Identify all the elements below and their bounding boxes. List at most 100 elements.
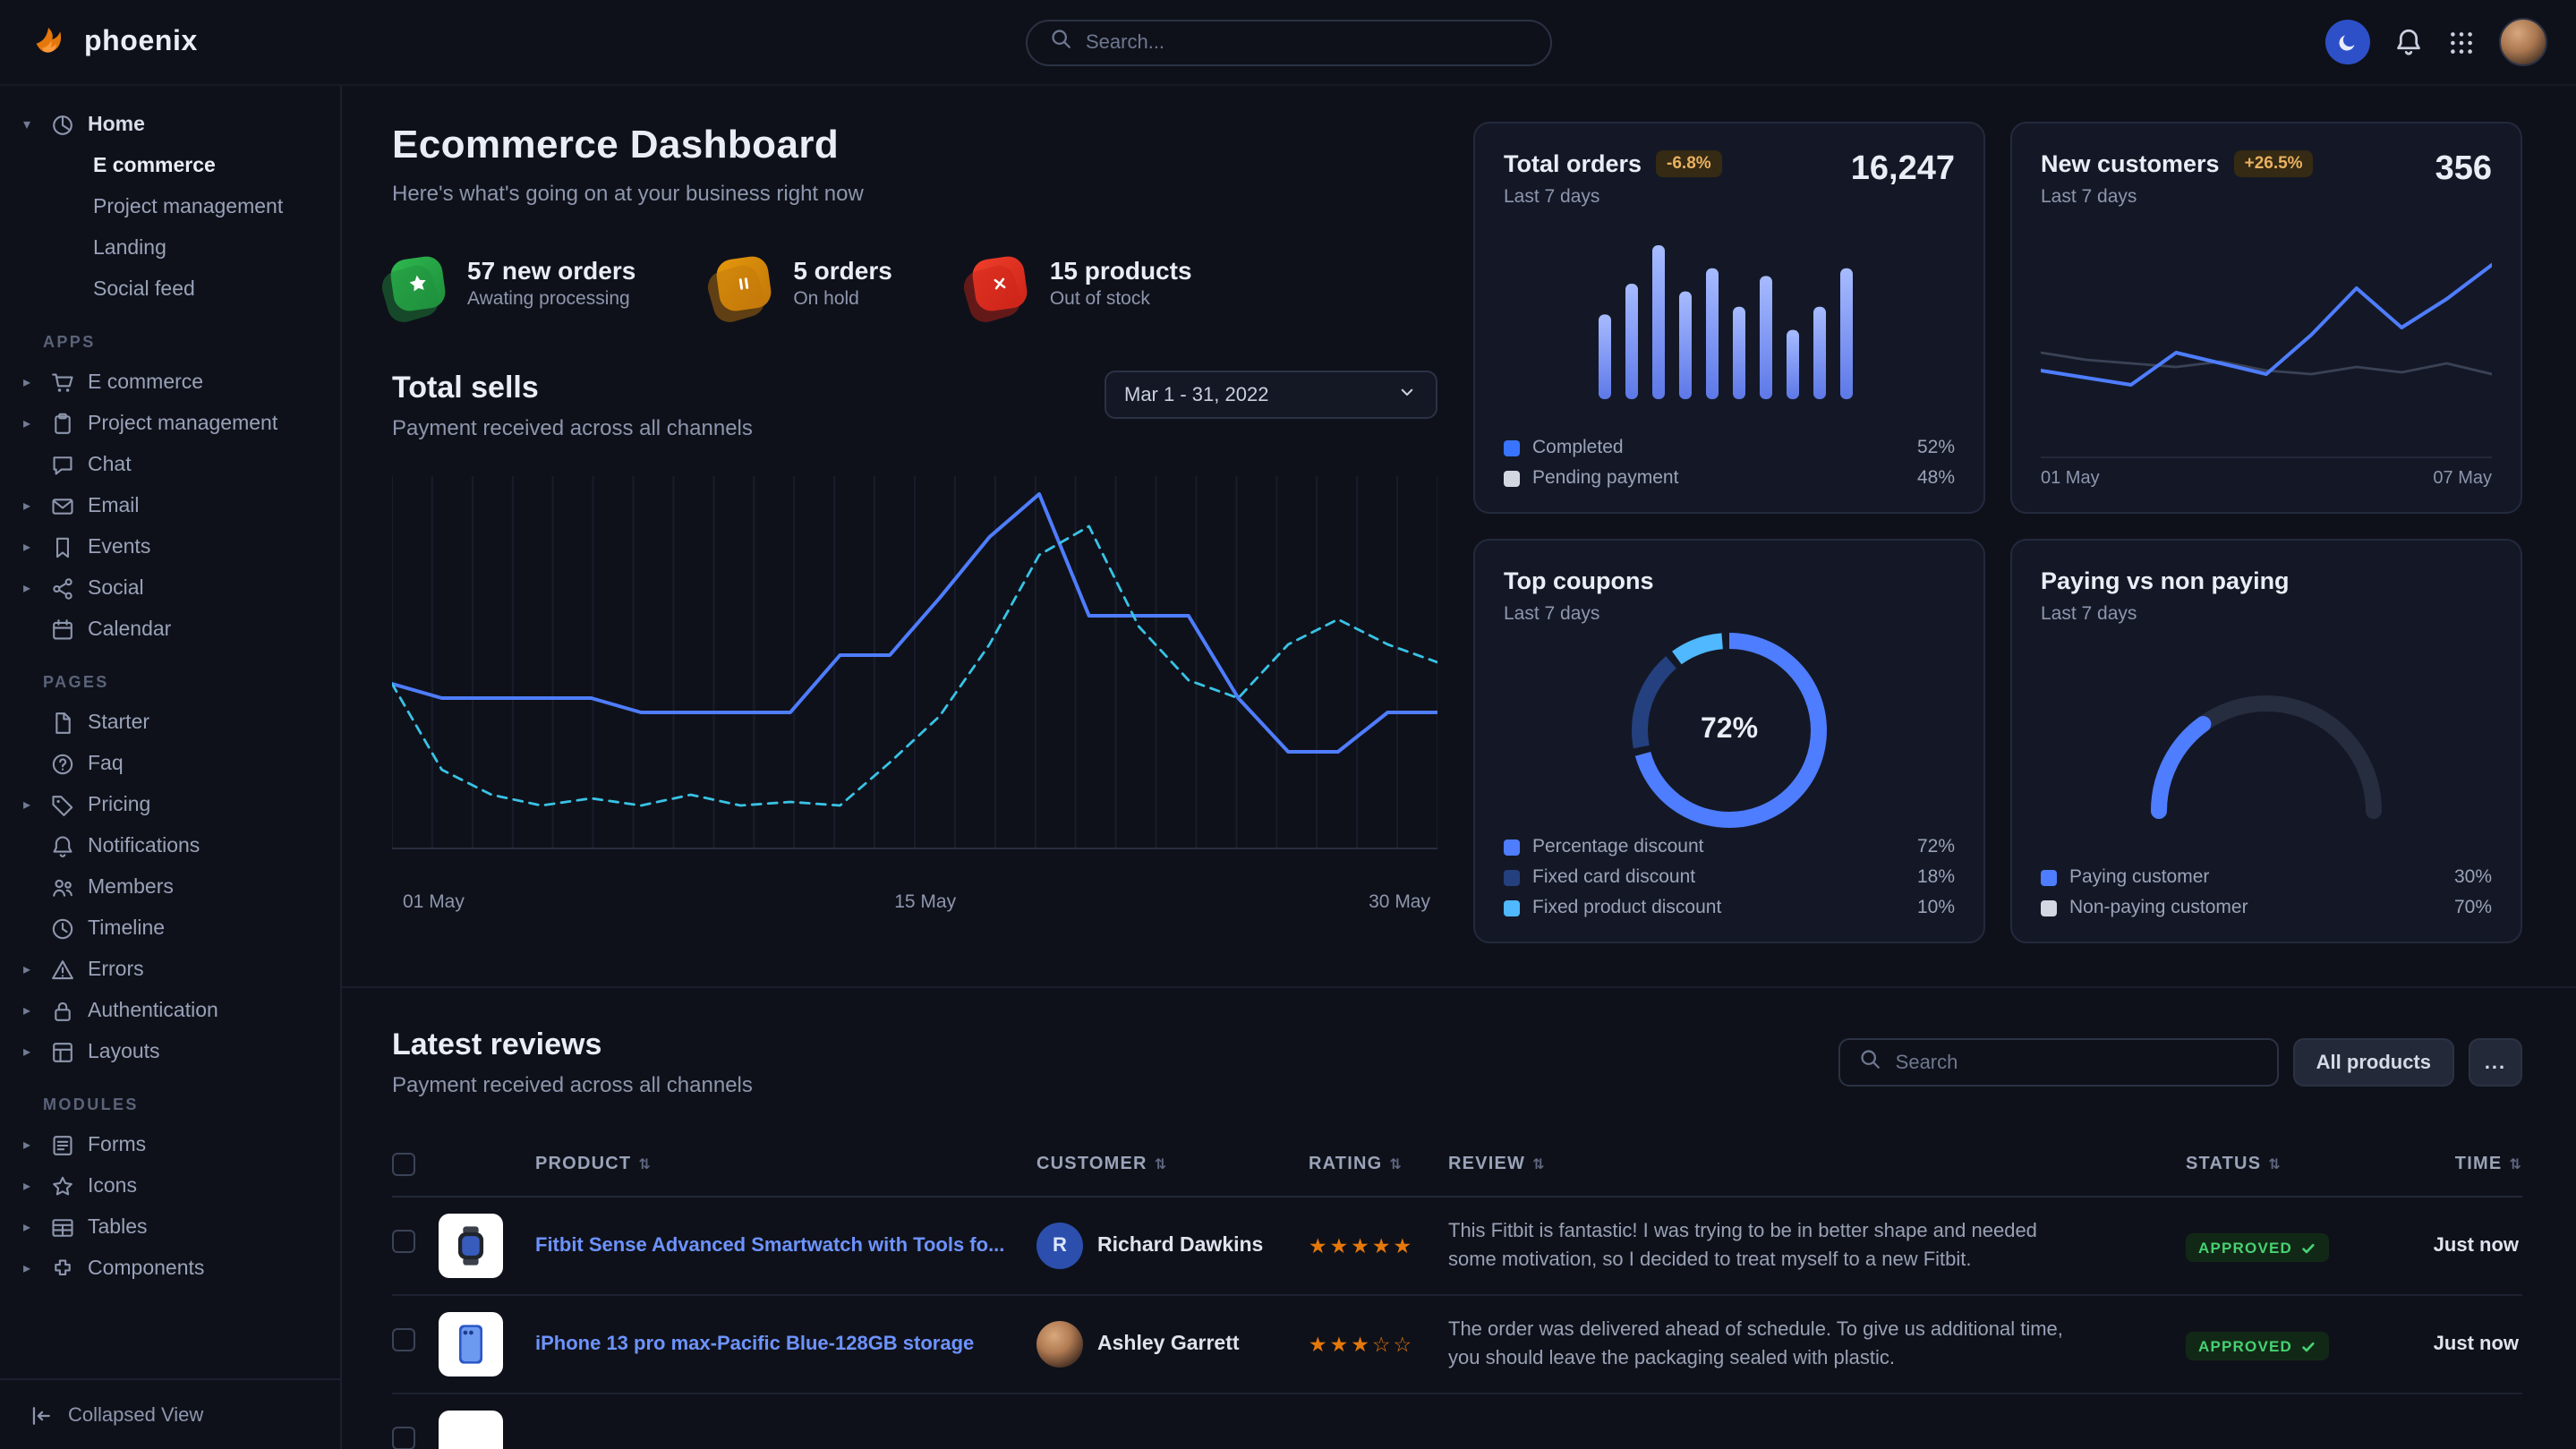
more-options-button[interactable]: ... [2469,1038,2522,1087]
row-checkbox[interactable] [392,1427,415,1449]
sidebar-item-social[interactable]: ▸ Social [0,567,340,609]
column-header-review[interactable]: REVIEW⇅ [1448,1155,2186,1174]
bookmark-icon [50,534,75,559]
sidebar-item-pricing[interactable]: ▸ Pricing [0,784,340,825]
chat-icon [50,452,75,477]
sidebar-item-project-management[interactable]: Project management [0,186,340,227]
share-icon [50,575,75,601]
sidebar-item-faq[interactable]: ▸ Faq [0,743,340,784]
caret-right-icon: ▸ [23,1044,38,1060]
sidebar-item-timeline[interactable]: ▸ Timeline [0,908,340,949]
app-window: phoenix ▾ Home E commerce Project manage… [0,0,2576,1449]
theme-toggle-button[interactable] [2325,20,2370,64]
legend-item: Completed52% [1504,437,1955,458]
sidebar-item-chat[interactable]: ▸ Chat [0,444,340,485]
chart-legend: Completed52% Pending payment48% [1504,437,1955,489]
x-axis-labels: 01 May 07 May [2041,456,2492,489]
legend-item: Percentage discount72% [1504,836,1955,857]
customer-avatar[interactable]: R [1036,1223,1083,1269]
card-total-orders: Total orders -6.8% Last 7 days 16,247 [1473,122,1985,514]
sidebar-item-project-management[interactable]: ▸ Project management [0,403,340,444]
sidebar-item-events[interactable]: ▸ Events [0,526,340,567]
reviews-search[interactable] [1838,1038,2279,1087]
legend-swatch [1504,470,1520,486]
sidebar-item-members[interactable]: ▸ Members [0,866,340,908]
row-checkbox[interactable] [392,1230,415,1253]
all-products-button[interactable]: All products [2293,1038,2454,1087]
page-subtitle: Here's what's going on at your business … [392,181,1437,206]
x-label: 01 May [2041,469,2100,489]
x-label: 30 May [1369,891,1430,913]
customer-name: Ashley Garrett [1097,1334,1240,1355]
sidebar-item-layouts[interactable]: ▸ Layouts [0,1031,340,1072]
product-thumbnail[interactable] [439,1312,503,1377]
sidebar-item-notifications[interactable]: ▸ Notifications [0,825,340,866]
card-paying-vs-non-paying: Paying vs non paying Last 7 days Paying … [2010,539,2522,943]
collapse-view-label: Collapsed View [68,1404,203,1426]
global-search-input[interactable] [1086,31,1528,53]
stat-value: 15 products [1050,256,1192,285]
legend-item: Paying customer30% [2041,866,2492,888]
product-thumbnail[interactable] [439,1214,503,1278]
global-search[interactable] [1025,19,1551,65]
card-title: Total orders [1504,150,1642,177]
column-header-rating[interactable]: RATING⇅ [1309,1155,1448,1174]
product-link[interactable]: iPhone 13 pro max-Pacific Blue-128GB sto… [535,1332,1036,1358]
stats-row: 57 new orders Awating processing 5 order… [392,256,1437,310]
brand-name: phoenix [84,26,198,58]
new-customers-value: 356 [2435,150,2492,190]
sidebar-item-authentication[interactable]: ▸ Authentication [0,990,340,1031]
sidebar-item-starter[interactable]: ▸ Starter [0,702,340,743]
trend-badge: -6.8% [1656,150,1722,177]
review-text: The order was delivered ahead of schedul… [1448,1315,2186,1374]
sidebar-item-errors[interactable]: ▸ Errors [0,949,340,990]
sidebar-item-e-commerce[interactable]: ▸ E commerce [0,362,340,403]
rating-stars: ★★★☆☆ [1309,1332,1448,1357]
sidebar-item-landing[interactable]: Landing [0,227,340,268]
stat-value: 5 orders [793,256,892,285]
sidebar-item-email[interactable]: ▸ Email [0,485,340,526]
sidebar-item-e-commerce[interactable]: E commerce [0,145,340,186]
stat-value: 57 new orders [467,256,635,285]
apps-grid-icon[interactable] [2447,28,2476,56]
reviews-search-input[interactable] [1896,1052,2259,1073]
select-all-checkbox[interactable] [392,1153,415,1176]
notifications-bell-icon[interactable] [2393,27,2424,57]
column-header-time[interactable]: TIME⇅ [2372,1155,2522,1174]
table-header-row: PRODUCT⇅ CUSTOMER⇅ RATING⇅ REVIEW⇅ STATU… [392,1133,2522,1198]
card-top-coupons: Top coupons Last 7 days 72% Percentage d… [1473,539,1985,943]
card-subtitle: Last 7 days [2041,186,2314,208]
card-new-customers: New customers +26.5% Last 7 days 356 01 [2010,122,2522,514]
row-checkbox[interactable] [392,1328,415,1351]
column-header-customer[interactable]: CUSTOMER⇅ [1036,1155,1309,1174]
sidebar-item-home[interactable]: ▾ Home [0,104,340,145]
product-thumbnail[interactable] [439,1411,503,1449]
pause-icon [715,253,774,312]
sort-icon: ⇅ [2268,1156,2282,1172]
donut-center-value: 72% [1701,714,1758,746]
pie-icon [50,112,75,137]
brand[interactable]: phoenix [29,17,198,67]
product-link[interactable]: Fitbit Sense Advanced Smartwatch with To… [535,1233,1036,1259]
sidebar-item-forms[interactable]: ▸ Forms [0,1124,340,1165]
stat-label: Out of stock [1050,288,1192,310]
column-header-status[interactable]: STATUS⇅ [2186,1155,2372,1174]
tag-icon [50,792,75,817]
customer-avatar[interactable] [1036,1321,1083,1368]
chart-legend: Percentage discount72% Fixed card discou… [1504,836,1955,918]
date-range-select[interactable]: Mar 1 - 31, 2022 [1105,371,1437,419]
sidebar-item-icons[interactable]: ▸ Icons [0,1165,340,1206]
user-avatar[interactable] [2499,18,2547,66]
collapse-view-button[interactable]: Collapsed View [0,1378,340,1449]
caret-right-icon: ▸ [23,580,38,596]
sidebar-item-social-feed[interactable]: Social feed [0,268,340,310]
star-fill-icon [388,253,448,312]
sidebar-item-components[interactable]: ▸ Components [0,1248,340,1289]
layout-icon [50,1039,75,1064]
stat-item: 57 new orders Awating processing [392,256,635,310]
page-title: Ecommerce Dashboard [392,122,1437,168]
sort-icon: ⇅ [1155,1156,1168,1172]
sidebar-item-tables[interactable]: ▸ Tables [0,1206,340,1248]
column-header-product[interactable]: PRODUCT⇅ [535,1155,1036,1174]
sidebar-item-calendar[interactable]: ▸ Calendar [0,609,340,650]
